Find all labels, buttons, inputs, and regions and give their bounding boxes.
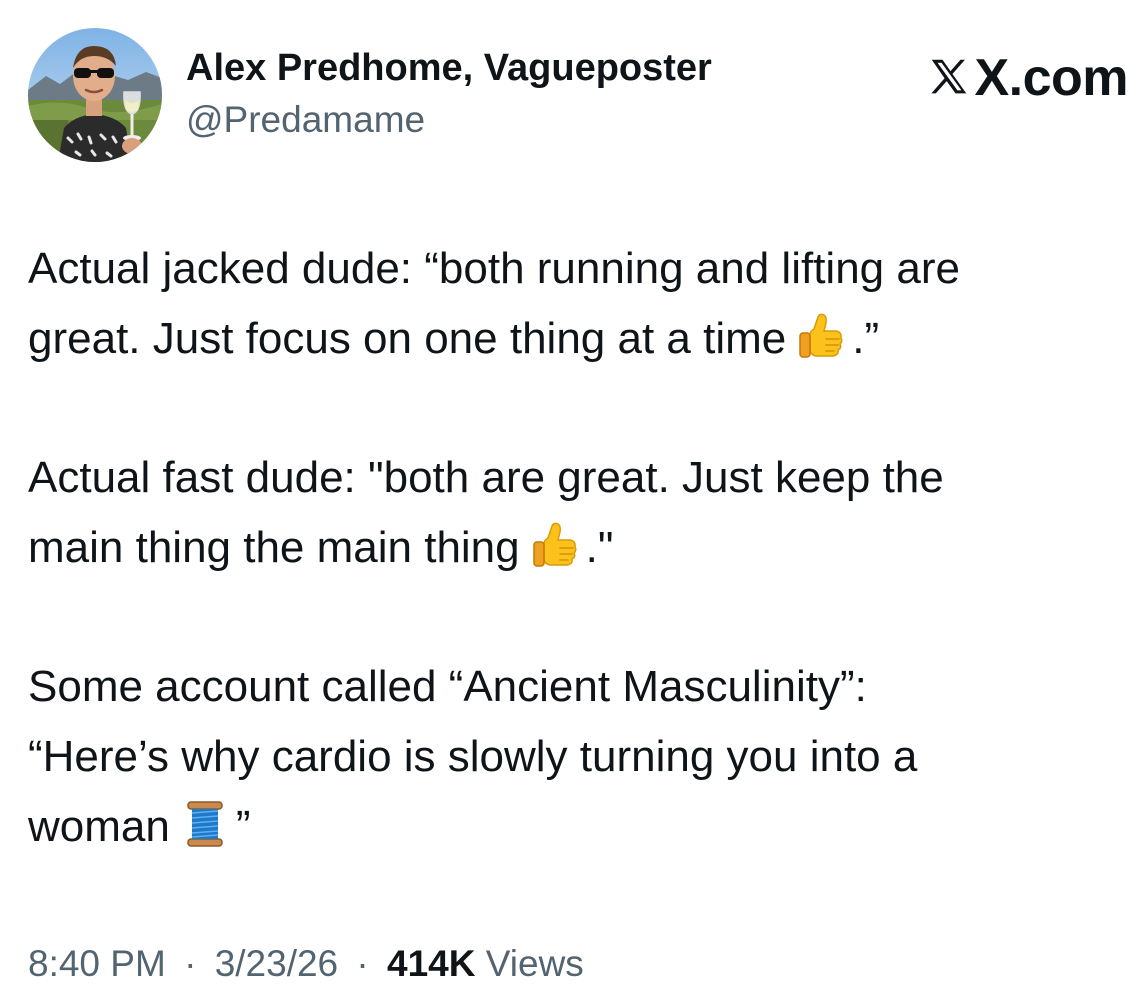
thumbs-up-icon bbox=[796, 311, 846, 361]
views-count[interactable]: 414K bbox=[387, 943, 475, 984]
avatar[interactable] bbox=[28, 28, 162, 162]
thumbs-up-icon bbox=[530, 520, 580, 570]
author-handle[interactable]: @Predamame bbox=[186, 96, 712, 144]
brand-logo[interactable]: X.com bbox=[926, 48, 1128, 108]
post-meta: 8:40 PM · 3/23/26 · 414K Views bbox=[28, 938, 584, 990]
post-paragraph: Some account called “Ancient Masculinity… bbox=[28, 652, 1128, 862]
meta-separator: · bbox=[184, 943, 197, 984]
post-line-text: .” bbox=[852, 314, 880, 363]
post-line-text: woman bbox=[28, 802, 170, 851]
post-text: Actual jacked dude: “both running and li… bbox=[28, 234, 1128, 862]
post-line: main thing the main thing ." bbox=[28, 513, 1128, 583]
post-paragraph: Actual jacked dude: “both running and li… bbox=[28, 234, 1128, 374]
post-time[interactable]: 8:40 PM bbox=[28, 943, 166, 984]
spool-of-thread-icon bbox=[180, 799, 230, 849]
post-line: Actual jacked dude: “both running and li… bbox=[28, 244, 960, 293]
post-line: “Here’s why cardio is slowly turning you… bbox=[28, 732, 918, 781]
x-logo-icon bbox=[931, 59, 967, 94]
avatar-photo-icon bbox=[28, 28, 162, 162]
views-label: Views bbox=[485, 943, 584, 984]
author-display-name[interactable]: Alex Predhome, Vagueposter bbox=[186, 44, 712, 92]
brand-label: X.com bbox=[974, 49, 1128, 107]
post-line: woman ” bbox=[28, 792, 1128, 862]
tweet-card: Alex Predhome, Vagueposter @Predamame X.… bbox=[0, 0, 1144, 1008]
post-line-text: great. Just focus on one thing at a time bbox=[28, 314, 787, 363]
post-date[interactable]: 3/23/26 bbox=[215, 943, 338, 984]
post-line-text: ." bbox=[585, 523, 614, 572]
post-line: Actual fast dude: "both are great. Just … bbox=[28, 453, 944, 502]
post-line: Some account called “Ancient Masculinity… bbox=[28, 662, 867, 711]
meta-separator: · bbox=[356, 943, 369, 984]
tweet-header: Alex Predhome, Vagueposter @Predamame X.… bbox=[28, 28, 1128, 164]
post-paragraph: Actual fast dude: "both are great. Just … bbox=[28, 443, 1128, 583]
post-line: great. Just focus on one thing at a time… bbox=[28, 304, 1128, 374]
post-line-text: ” bbox=[235, 802, 251, 851]
post-line-text: main thing the main thing bbox=[28, 523, 520, 572]
author-names: Alex Predhome, Vagueposter @Predamame bbox=[186, 44, 712, 144]
